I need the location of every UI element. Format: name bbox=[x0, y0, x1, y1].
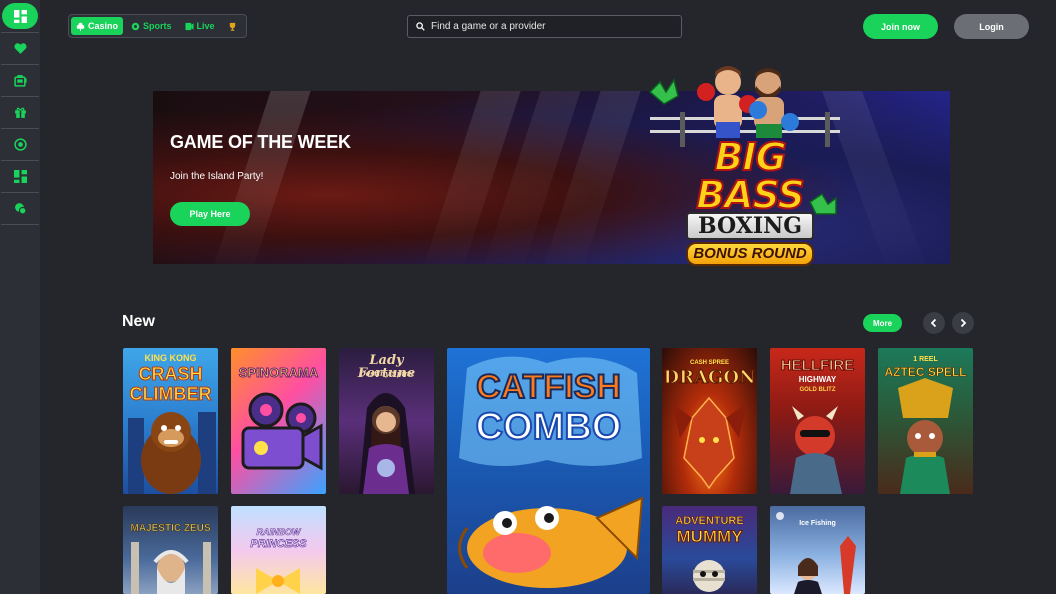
game-tile-ice-fishing[interactable]: Ice Fishing bbox=[770, 506, 865, 594]
chat-icon bbox=[14, 203, 26, 215]
dashboard-icon bbox=[13, 170, 27, 183]
game-tile-lady-fortune[interactable]: Lady Fortune Destiny Spins bbox=[339, 348, 434, 494]
sidebar-item-favorites[interactable] bbox=[1, 33, 39, 65]
game-tile-aztec-spell[interactable]: 1 REEL AZTEC SPELL bbox=[878, 348, 973, 494]
big-bass-boxing-logo: BIG BASS BOXING BONUS ROUND bbox=[655, 135, 845, 266]
sidebar bbox=[0, 0, 40, 594]
game-tile-king-kong-crash-climber[interactable]: KING KONG CRASH CLIMBER bbox=[123, 348, 218, 494]
game-title: COMBO bbox=[475, 406, 623, 448]
sidebar-item-dashboard[interactable] bbox=[1, 161, 39, 193]
zeus-artwork bbox=[131, 542, 211, 594]
section-title: New bbox=[122, 313, 155, 330]
presenter-artwork bbox=[776, 512, 856, 594]
bow-artwork bbox=[256, 568, 300, 594]
ball-icon bbox=[131, 22, 140, 30]
devil-artwork bbox=[790, 406, 842, 494]
tab-label: Casino bbox=[88, 21, 119, 31]
sidebar-item-home[interactable] bbox=[1, 0, 39, 32]
game-tile-adventure-mummy[interactable]: ADVENTURE MUMMY bbox=[662, 506, 757, 594]
live-icon bbox=[184, 22, 194, 30]
tab-live[interactable]: Live bbox=[180, 17, 220, 35]
tab-tournaments[interactable] bbox=[223, 17, 242, 35]
play-here-button[interactable]: Play Here bbox=[170, 202, 250, 226]
sidebar-item-slots[interactable] bbox=[1, 65, 39, 97]
search-icon bbox=[416, 22, 425, 31]
trophy-icon bbox=[229, 22, 235, 31]
game-title: CATFISH bbox=[475, 368, 622, 406]
game-tile-dragon[interactable]: CASH SPREE DRAGON bbox=[662, 348, 757, 494]
casino-app: Casino Sports Live Find a game or a prov… bbox=[0, 0, 1056, 594]
login-button[interactable]: Login bbox=[954, 14, 1029, 39]
search-bar[interactable]: Find a game or a provider bbox=[407, 15, 682, 38]
tab-label: Live bbox=[196, 21, 215, 31]
banner-title: GAME OF THE WEEK bbox=[170, 132, 351, 152]
tab-sports[interactable]: Sports bbox=[126, 17, 177, 35]
more-button[interactable]: More bbox=[863, 314, 902, 332]
heart-icon bbox=[13, 43, 27, 54]
logo-line: BOXING bbox=[686, 212, 814, 240]
game-tile-rainbow-princess[interactable]: RAINBOW PRINCESS bbox=[231, 506, 326, 594]
product-tabs: Casino Sports Live bbox=[68, 14, 247, 38]
grid-icon bbox=[2, 3, 38, 29]
fortune-teller-artwork bbox=[359, 393, 415, 494]
gift-icon bbox=[14, 107, 26, 118]
chevron-left-icon bbox=[930, 318, 937, 328]
aztec-artwork bbox=[898, 378, 953, 494]
game-tile-hellfire-highway[interactable]: HELLFIRE HIGHWAY GOLD BLITZ bbox=[770, 348, 865, 494]
join-now-button[interactable]: Join now bbox=[863, 14, 938, 39]
dragon-artwork bbox=[672, 396, 747, 490]
logo-line: BONUS ROUND bbox=[686, 242, 814, 266]
game-tile-majestic-zeus[interactable]: MAJESTIC ZEUS bbox=[123, 506, 218, 594]
camera-artwork bbox=[241, 392, 323, 471]
gorilla-artwork bbox=[128, 412, 216, 494]
sidebar-item-promotions[interactable] bbox=[1, 97, 39, 129]
prev-button[interactable] bbox=[923, 312, 945, 334]
search-input[interactable]: Find a game or a provider bbox=[431, 21, 546, 32]
banner-subtitle: Join the Island Party! bbox=[170, 171, 264, 182]
logo-line: BIG BASS bbox=[695, 135, 806, 217]
clover-icon bbox=[76, 22, 85, 31]
game-tile-spinorama[interactable]: SPINORAMA bbox=[231, 348, 326, 494]
sidebar-item-live[interactable] bbox=[1, 129, 39, 161]
next-button[interactable] bbox=[952, 312, 974, 334]
chevron-right-icon bbox=[960, 318, 967, 328]
tab-label: Sports bbox=[143, 21, 172, 31]
tab-casino[interactable]: Casino bbox=[71, 17, 124, 35]
mummy-artwork bbox=[693, 560, 725, 592]
game-tile-catfish-combo[interactable]: CATFISH COMBO bbox=[447, 348, 650, 594]
target-icon bbox=[13, 138, 27, 151]
sidebar-item-support[interactable] bbox=[1, 193, 39, 225]
slot-machine-icon bbox=[13, 75, 27, 87]
